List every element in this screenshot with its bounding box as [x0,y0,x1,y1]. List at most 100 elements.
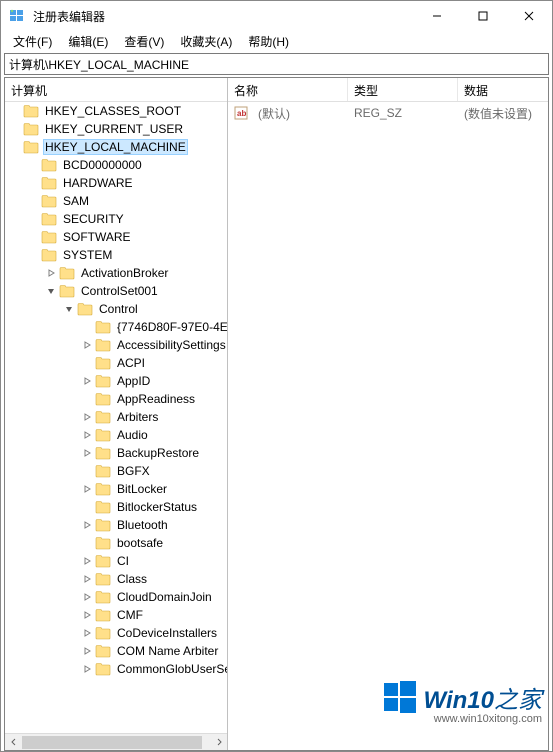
tree-item-label: BGFX [115,464,152,478]
expander-closed-icon[interactable] [81,519,93,531]
list-body[interactable]: ab(默认)REG_SZ(数值未设置) [228,102,548,124]
folder-icon [77,302,93,316]
expander-closed-icon[interactable] [81,609,93,621]
tree-scrollbar-horizontal[interactable] [5,733,227,750]
expander-none [27,231,39,243]
tree-item[interactable]: Arbiters [5,408,227,426]
folder-icon [95,338,111,352]
tree-item[interactable]: Class [5,570,227,588]
expander-closed-icon[interactable] [81,663,93,675]
expander-none [27,177,39,189]
tree-item[interactable]: AppReadiness [5,390,227,408]
column-type[interactable]: 类型 [348,78,458,101]
folder-icon [95,536,111,550]
column-name[interactable]: 名称 [228,78,348,101]
menu-favorites[interactable]: 收藏夹(A) [172,31,240,52]
expander-closed-icon[interactable] [81,339,93,351]
tree-item-label: COM Name Arbiter [115,644,220,658]
expander-closed-icon[interactable] [81,555,93,567]
folder-icon [95,320,111,334]
folder-icon [95,392,111,406]
folder-icon [95,572,111,586]
expander-closed-icon[interactable] [45,267,57,279]
folder-icon [95,410,111,424]
tree-item[interactable]: BitLocker [5,480,227,498]
expander-open-icon[interactable] [45,285,57,297]
expander-closed-icon[interactable] [81,645,93,657]
tree-item-label: SYSTEM [61,248,114,262]
expander-closed-icon[interactable] [81,375,93,387]
tree-item[interactable]: SAM [5,192,227,210]
tree-item[interactable]: SYSTEM [5,246,227,264]
tree-item[interactable]: BackupRestore [5,444,227,462]
tree-item[interactable]: BCD00000000 [5,156,227,174]
tree-item[interactable]: Audio [5,426,227,444]
tree-item[interactable]: CMF [5,606,227,624]
tree-item-label: Arbiters [115,410,160,424]
menu-help[interactable]: 帮助(H) [240,31,297,52]
scroll-left-button[interactable] [5,734,22,751]
list-row[interactable]: ab(默认)REG_SZ(数值未设置) [228,104,548,122]
tree-item[interactable]: bootsafe [5,534,227,552]
expander-closed-icon[interactable] [81,573,93,585]
tree-item[interactable]: BGFX [5,462,227,480]
expander-closed-icon[interactable] [81,591,93,603]
scroll-thumb[interactable] [22,736,202,749]
tree-item[interactable]: AccessibilitySettings [5,336,227,354]
scroll-right-button[interactable] [210,734,227,751]
tree-item[interactable]: BitlockerStatus [5,498,227,516]
tree-item-label: ActivationBroker [79,266,170,280]
tree-header[interactable]: 计算机 [5,78,227,102]
tree-item[interactable]: CommonGlobUserSet [5,660,227,678]
maximize-button[interactable] [460,1,506,31]
expander-none [81,357,93,369]
folder-icon [95,518,111,532]
cell-data: (数值未设置) [458,105,538,122]
tree-item[interactable]: Bluetooth [5,516,227,534]
tree-item-label: bootsafe [115,536,165,550]
expander-open-icon[interactable] [63,303,75,315]
minimize-button[interactable] [414,1,460,31]
folder-icon [95,464,111,478]
tree-item[interactable]: HKEY_CURRENT_USER [5,120,227,138]
address-bar[interactable]: 计算机\HKEY_LOCAL_MACHINE [4,53,549,75]
tree-item[interactable]: ACPI [5,354,227,372]
expander-closed-icon[interactable] [81,429,93,441]
tree-item-label: SAM [61,194,91,208]
column-data[interactable]: 数据 [458,78,548,101]
scroll-track[interactable] [22,734,210,751]
expander-closed-icon[interactable] [81,627,93,639]
tree-item[interactable]: ActivationBroker [5,264,227,282]
tree-item[interactable]: {7746D80F-97E0-4E26 [5,318,227,336]
folder-icon [59,284,75,298]
tree-item[interactable]: ControlSet001 [5,282,227,300]
menu-edit[interactable]: 编辑(E) [60,31,116,52]
menu-file[interactable]: 文件(F) [5,31,60,52]
expander-none [9,123,21,135]
tree-body[interactable]: HKEY_CLASSES_ROOTHKEY_CURRENT_USERHKEY_L… [5,102,227,750]
tree-item[interactable]: HKEY_LOCAL_MACHINE [5,138,227,156]
tree-item[interactable]: Control [5,300,227,318]
tree-item-label: BitlockerStatus [115,500,199,514]
tree-item[interactable]: CoDeviceInstallers [5,624,227,642]
list-panel: 名称 类型 数据 ab(默认)REG_SZ(数值未设置) [228,78,548,750]
menu-view[interactable]: 查看(V) [116,31,172,52]
tree-item[interactable]: SECURITY [5,210,227,228]
app-icon [9,8,25,24]
tree-item[interactable]: AppID [5,372,227,390]
close-button[interactable] [506,1,552,31]
tree-item-label: Class [115,572,149,586]
expander-closed-icon[interactable] [81,447,93,459]
tree-item[interactable]: SOFTWARE [5,228,227,246]
expander-closed-icon[interactable] [81,411,93,423]
tree-item[interactable]: COM Name Arbiter [5,642,227,660]
folder-icon [41,230,57,244]
tree-item[interactable]: HARDWARE [5,174,227,192]
tree-item[interactable]: HKEY_CLASSES_ROOT [5,102,227,120]
expander-closed-icon[interactable] [81,483,93,495]
tree-item[interactable]: CloudDomainJoin [5,588,227,606]
tree-item[interactable]: CI [5,552,227,570]
tree-item-label: BackupRestore [115,446,201,460]
tree-item-label: CMF [115,608,145,622]
folder-icon [95,374,111,388]
